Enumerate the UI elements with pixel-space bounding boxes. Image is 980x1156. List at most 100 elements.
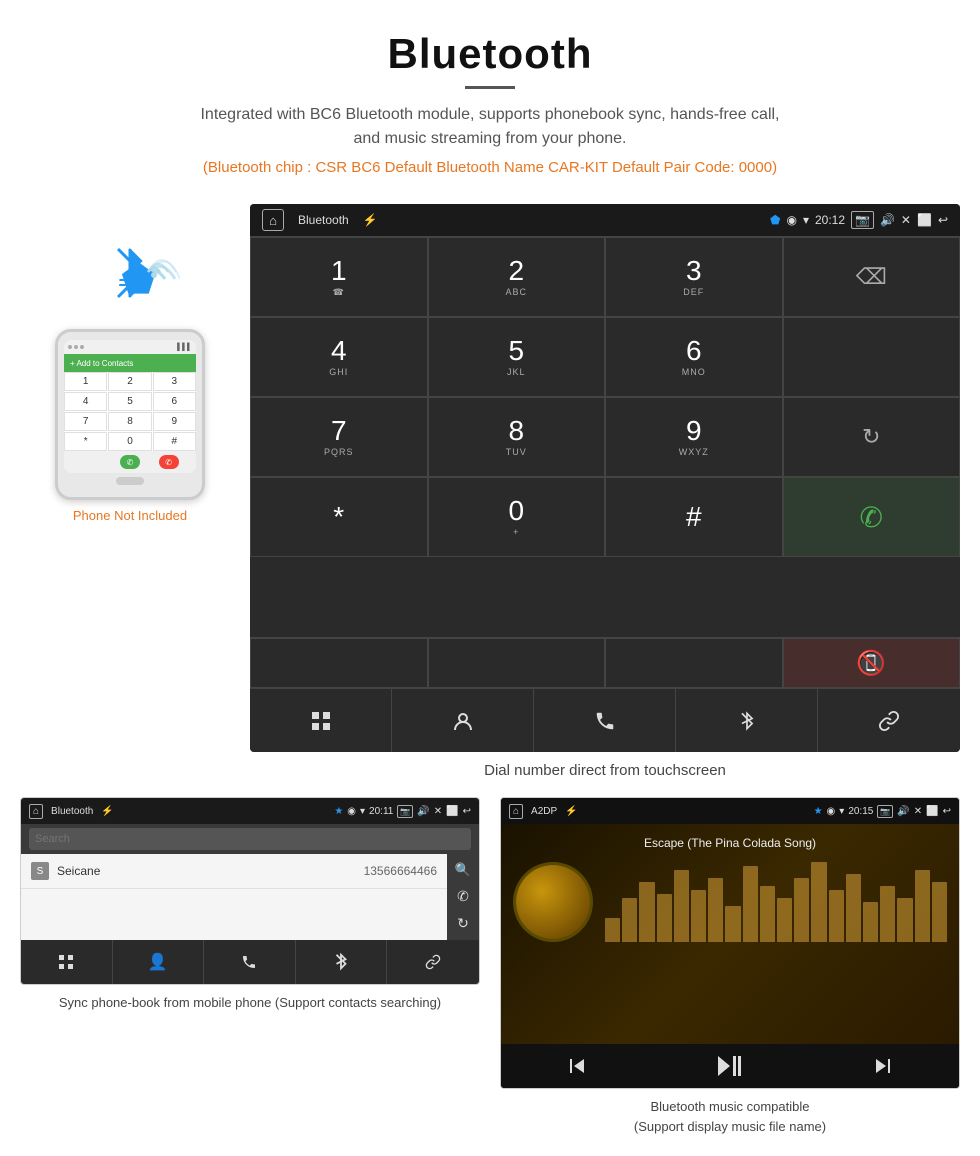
music-status-bar: ⌂ A2DP ⚡ ★ ◉ ▾ 20:15 📷 🔊 ✕ ⬜ ↩ — [501, 798, 959, 824]
music-cam-icon[interactable]: 📷 — [877, 805, 893, 818]
dial-reload[interactable]: ↻ — [783, 397, 961, 477]
dial-sub-2: ABC — [505, 287, 527, 297]
phone-home-button[interactable] — [116, 477, 144, 485]
music-home-icon[interactable]: ⌂ — [509, 804, 523, 819]
music-prev-btn[interactable] — [501, 1054, 654, 1078]
pb-phone-side-icon[interactable]: ✆ — [457, 888, 469, 905]
pb-caption-text: Sync phone-book from mobile phone (Suppo… — [59, 995, 441, 1010]
volume-icon[interactable]: 🔊 — [880, 213, 895, 227]
app-name-label: Bluetooth — [298, 213, 349, 227]
music-close-icon[interactable]: ✕ — [914, 806, 922, 817]
phone-key-6[interactable]: 6 — [153, 392, 196, 411]
phone-key-1[interactable]: 1 — [64, 372, 107, 391]
toolbar-contacts-btn[interactable] — [392, 689, 534, 752]
phone-key-7[interactable]: 7 — [64, 412, 107, 431]
dial-key-9[interactable]: 9 WXYZ — [605, 397, 783, 477]
toolbar-bluetooth-btn[interactable] — [676, 689, 818, 752]
toolbar-phone-btn[interactable] — [534, 689, 676, 752]
home-icon[interactable]: ⌂ — [262, 209, 284, 231]
dial-sub-1: ☎ — [333, 287, 345, 298]
dial-call-green[interactable]: ✆ — [783, 477, 961, 557]
toolbar-grid-btn[interactable] — [250, 689, 392, 752]
dial-main-6: 6 — [686, 337, 702, 365]
car-dialpad-screen: ⌂ Bluetooth ⚡ ⬟ ◉ ▾ 20:12 📷 🔊 ✕ ⬜ ↩ — [250, 204, 960, 752]
backspace-icon[interactable]: ⌫ — [856, 264, 887, 290]
camera-icon[interactable]: 📷 — [851, 211, 874, 229]
pb-close-icon[interactable]: ✕ — [434, 806, 442, 817]
pb-search-input[interactable] — [29, 828, 471, 850]
phone-end-btn[interactable]: ✆ — [159, 455, 179, 469]
bottom-panels: ⌂ Bluetooth ⚡ ★ ◉ ▾ 20:11 📷 🔊 ✕ ⬜ ↩ — [0, 797, 980, 1156]
phone-dot — [68, 345, 72, 349]
phone-key-4[interactable]: 4 — [64, 392, 107, 411]
back-icon[interactable]: ↩ — [938, 213, 948, 227]
dial-key-2[interactable]: 2 ABC — [428, 237, 606, 317]
pb-bottom-bar: 👤 — [21, 940, 479, 984]
car-status-bar: ⌂ Bluetooth ⚡ ⬟ ◉ ▾ 20:12 📷 🔊 ✕ ⬜ ↩ — [250, 204, 960, 236]
close-icon[interactable]: ✕ — [901, 213, 911, 227]
dial-call-red[interactable]: 📵 — [783, 638, 961, 688]
dial-key-hash[interactable]: # — [605, 477, 783, 557]
screen-icon[interactable]: ⬜ — [917, 213, 932, 227]
phone-call-btn[interactable]: ✆ — [120, 455, 140, 469]
phone-key-0[interactable]: 0 — [108, 432, 151, 451]
pb-back-icon[interactable]: ↩ — [463, 806, 471, 817]
pb-toolbar-link[interactable] — [387, 940, 479, 984]
pb-toolbar-grid[interactable] — [21, 940, 113, 984]
pb-screen-icon[interactable]: ⬜ — [446, 806, 458, 817]
dial-key-star[interactable]: * — [250, 477, 428, 557]
dial-key-6[interactable]: 6 MNO — [605, 317, 783, 397]
toolbar-link-btn[interactable] — [818, 689, 960, 752]
music-vol-icon[interactable]: 🔊 — [897, 806, 909, 817]
dialpad-screen-caption: Dial number direct from touchscreen — [250, 762, 960, 779]
phone-cancel-btn — [81, 455, 101, 469]
pb-toolbar-phone[interactable] — [204, 940, 296, 984]
dial-main-8: 8 — [508, 417, 524, 445]
dial-main-5: 5 — [508, 337, 524, 365]
pb-toolbar-contacts[interactable]: 👤 — [113, 940, 205, 984]
phone-key-8[interactable]: 8 — [108, 412, 151, 431]
phone-key-2[interactable]: 2 — [108, 372, 151, 391]
phone-key-star[interactable]: * — [64, 432, 107, 451]
dial-key-1[interactable]: 1 ☎ — [250, 237, 428, 317]
phonebook-caption: Sync phone-book from mobile phone (Suppo… — [20, 993, 480, 1013]
phone-key-9[interactable]: 9 — [153, 412, 196, 431]
dialpad-grid: 1 ☎ 2 ABC 3 DEF ⌫ 4 GHI — [250, 236, 960, 637]
dial-key-8[interactable]: 8 TUV — [428, 397, 606, 477]
pb-contact-row[interactable]: S Seicane 13566664466 — [21, 854, 447, 889]
phone-add-contact-bar: + Add to Contacts — [64, 354, 196, 372]
phone-key-3[interactable]: 3 — [153, 372, 196, 391]
vis-bar — [829, 890, 844, 942]
pb-vol-icon[interactable]: 🔊 — [417, 806, 429, 817]
phone-dialpad: 1 2 3 4 5 6 7 8 9 * 0 # — [64, 372, 196, 451]
phone-bottom-bar: ✆ ✆ — [64, 451, 196, 473]
vis-bar — [897, 898, 912, 942]
dial-sub-0: + — [513, 527, 519, 537]
pb-home-icon[interactable]: ⌂ — [29, 804, 43, 819]
music-next-btn[interactable] — [806, 1054, 959, 1078]
dial-key-3[interactable]: 3 DEF — [605, 237, 783, 317]
page-header: Bluetooth Integrated with BC6 Bluetooth … — [0, 0, 980, 204]
pb-toolbar-bluetooth[interactable] — [296, 940, 388, 984]
dial-key-7[interactable]: 7 PQRS — [250, 397, 428, 477]
dial-empty-2 — [783, 317, 961, 397]
music-screen-icon[interactable]: ⬜ — [926, 806, 938, 817]
dial-empty-1: ⌫ — [783, 237, 961, 317]
music-back-icon[interactable]: ↩ — [943, 806, 951, 817]
dial-empty-r5-1 — [250, 638, 428, 688]
vis-bar — [846, 874, 861, 942]
phone-key-hash[interactable]: # — [153, 432, 196, 451]
dial-key-4[interactable]: 4 GHI — [250, 317, 428, 397]
pb-refresh-icon[interactable]: ↻ — [457, 915, 469, 932]
phonebook-screen: ⌂ Bluetooth ⚡ ★ ◉ ▾ 20:11 📷 🔊 ✕ ⬜ ↩ — [20, 797, 480, 985]
pb-time: 20:11 — [369, 806, 393, 817]
phone-side: ⬟ ⎓ — [20, 204, 240, 523]
music-play-pause-btn[interactable] — [654, 1054, 807, 1078]
pb-search-icon[interactable]: 🔍 — [455, 862, 471, 878]
phone-key-5[interactable]: 5 — [108, 392, 151, 411]
dial-key-0[interactable]: 0 + — [428, 477, 606, 557]
dial-empty-r5-2 — [428, 638, 606, 688]
pb-status-left: ⌂ Bluetooth ⚡ — [29, 804, 114, 819]
pb-cam-icon[interactable]: 📷 — [397, 805, 413, 818]
dial-key-5[interactable]: 5 JKL — [428, 317, 606, 397]
